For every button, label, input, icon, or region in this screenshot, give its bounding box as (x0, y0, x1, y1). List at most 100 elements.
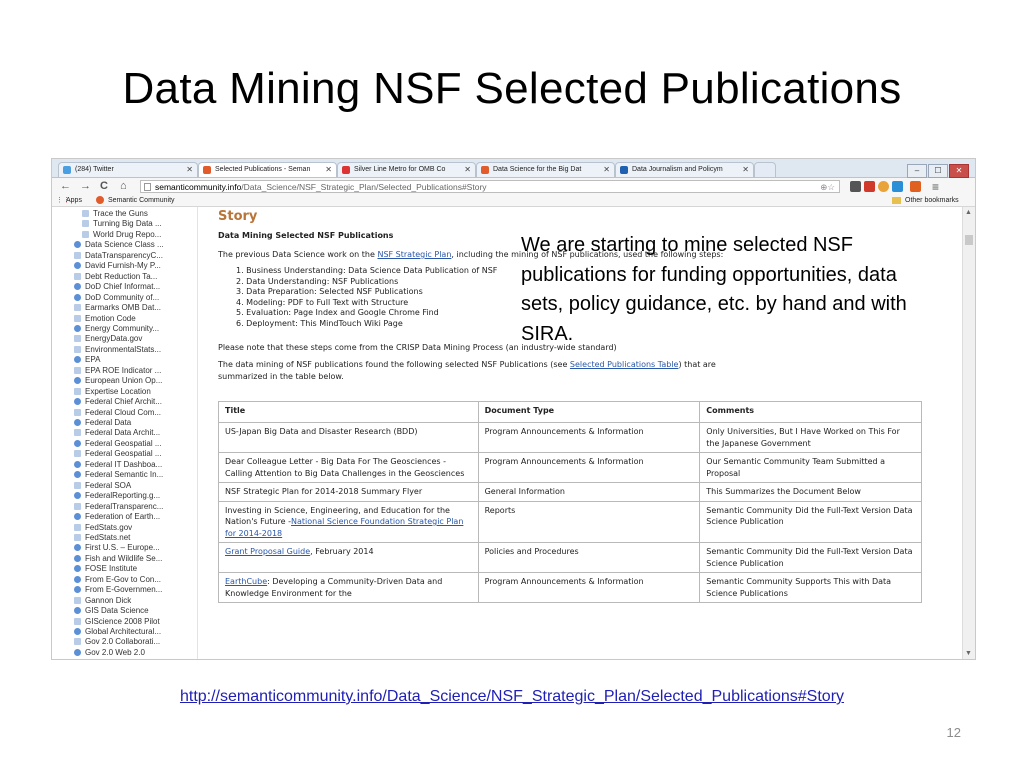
home-button[interactable]: ⌂ (120, 180, 127, 192)
tab-silver-line[interactable]: Silver Line Metro for OMB Co ✕ (337, 162, 476, 177)
close-tab-icon[interactable]: ✕ (464, 163, 471, 177)
publication-link[interactable]: EarthCube (225, 577, 267, 586)
expand-icon[interactable] (74, 283, 81, 291)
expand-icon[interactable] (74, 471, 81, 479)
sidebar-item[interactable]: Federal Geospatial ... (74, 449, 161, 459)
scroll-down-icon[interactable]: ▼ (965, 650, 972, 657)
close-tab-icon[interactable]: ✕ (186, 163, 193, 177)
sidebar-item[interactable]: Gov 2.0 Web 2.0 (74, 648, 145, 658)
expand-icon[interactable] (74, 398, 81, 406)
expand-icon[interactable] (74, 502, 81, 510)
expand-icon[interactable] (74, 492, 81, 500)
expand-icon[interactable] (74, 272, 81, 280)
expand-icon[interactable] (74, 617, 81, 625)
expand-icon[interactable] (74, 544, 81, 552)
sidebar-item[interactable]: EnergyData.gov (74, 334, 142, 344)
expand-icon[interactable] (74, 575, 81, 583)
sidebar-item[interactable]: DataTransparencyC... (74, 251, 163, 261)
expand-icon[interactable] (74, 596, 81, 604)
scroll-up-icon[interactable]: ▲ (965, 209, 972, 216)
sidebar-item[interactable]: Expertise Location (74, 387, 151, 397)
expand-icon[interactable] (74, 324, 81, 332)
page-icon[interactable] (82, 220, 89, 228)
sidebar-item[interactable]: EPA (74, 355, 100, 365)
forward-button[interactable]: → (80, 180, 91, 192)
sidebar-item[interactable]: FedStats.gov (74, 523, 132, 533)
expand-icon[interactable] (74, 439, 81, 447)
sidebar-item[interactable]: First U.S. – Europe... (74, 543, 160, 553)
extension-icon[interactable] (910, 181, 921, 192)
sidebar-item[interactable]: World Drug Repo... (82, 230, 161, 240)
page-icon[interactable] (82, 210, 89, 217)
extension-icon[interactable] (878, 181, 889, 192)
expand-icon[interactable] (74, 554, 81, 562)
sidebar-item[interactable]: Federal Data Archit... (74, 428, 160, 438)
expand-icon[interactable] (74, 565, 81, 573)
sidebar-item[interactable]: Federal SOA (74, 481, 131, 491)
expand-icon[interactable] (74, 345, 81, 353)
expand-icon[interactable] (74, 419, 81, 426)
close-tab-icon[interactable]: ✕ (742, 163, 749, 177)
expand-icon[interactable] (74, 335, 81, 343)
expand-icon[interactable] (74, 533, 81, 541)
extension-icon[interactable] (892, 181, 903, 192)
close-tab-icon[interactable]: ✕ (325, 163, 332, 177)
selected-publications-table-link[interactable]: Selected Publications Table (570, 360, 679, 369)
sidebar-item[interactable]: Federal Semantic In... (74, 470, 163, 480)
sidebar-item[interactable]: Federal Data (74, 418, 131, 428)
sidebar-item[interactable]: From E-Governmen... (74, 585, 162, 595)
sidebar-item[interactable]: DoD Chief Informat... (74, 282, 160, 292)
scroll-thumb[interactable] (965, 235, 973, 245)
tab-selected-publications[interactable]: Selected Publications - Seman ✕ (198, 162, 337, 177)
sidebar-item[interactable]: David Furnish-My P... (74, 261, 161, 271)
sidebar-item[interactable]: FOSE Institute (74, 564, 137, 574)
address-bar[interactable]: semanticommunity.info/Data_Science/NSF_S… (140, 180, 840, 193)
sidebar-item[interactable]: Federal IT Dashboa... (74, 460, 162, 470)
bookmark-semantic-community[interactable]: Semantic Community (108, 195, 175, 206)
bookmark-other[interactable]: Other bookmarks (905, 195, 959, 206)
close-window-button[interactable]: ✕ (949, 164, 969, 178)
expand-icon[interactable] (74, 607, 81, 615)
tab-twitter[interactable]: (284) Twitter ✕ (58, 162, 198, 177)
expand-icon[interactable] (74, 648, 81, 656)
expand-icon[interactable] (74, 513, 81, 521)
sidebar-item[interactable]: Earmarks OMB Dat... (74, 303, 161, 313)
sidebar-item[interactable]: Federal Cloud Com... (74, 408, 161, 418)
sidebar-item[interactable]: Emotion Code (74, 314, 136, 324)
back-button[interactable]: ← (60, 180, 71, 192)
expand-icon[interactable] (74, 366, 81, 374)
sidebar-item[interactable]: FederalTransparenc... (74, 502, 163, 512)
vertical-scrollbar[interactable]: ▲ ▼ (962, 207, 975, 659)
sidebar-item[interactable]: EPA ROE Indicator ... (74, 366, 161, 376)
expand-icon[interactable] (74, 356, 81, 364)
sidebar-item[interactable]: FederalReporting.g... (74, 491, 160, 501)
sidebar-item[interactable]: Energy Community... (74, 324, 159, 334)
sidebar-item[interactable]: Trace the Guns (82, 209, 148, 219)
sidebar-item[interactable]: GIScience 2008 Pilot (74, 617, 160, 627)
extension-icon[interactable] (850, 181, 861, 192)
expand-icon[interactable] (74, 628, 81, 635)
nsf-strategic-plan-link[interactable]: NSF Strategic Plan (377, 250, 451, 259)
expand-icon[interactable] (74, 429, 81, 437)
sidebar-item[interactable]: Data Science Class ... (74, 240, 164, 250)
sidebar-item[interactable]: Global Architectural... (74, 627, 161, 637)
new-tab-button[interactable] (754, 162, 776, 177)
maximize-button[interactable]: ☐ (928, 164, 948, 178)
expand-icon[interactable] (74, 460, 81, 468)
expand-icon[interactable] (74, 304, 81, 312)
sidebar-item[interactable]: Turning Big Data ... (82, 219, 162, 229)
expand-icon[interactable] (74, 638, 81, 646)
bookmark-apps[interactable]: Apps (66, 195, 82, 206)
sidebar-item[interactable]: Gannon Dick (74, 596, 131, 606)
sidebar-item[interactable]: From E-Gov to Con... (74, 575, 161, 585)
zoom-star-icons[interactable]: ⊕☆ (820, 181, 835, 194)
new-extension-icon[interactable] (864, 181, 875, 192)
expand-icon[interactable] (74, 251, 81, 259)
minimize-button[interactable]: – (907, 164, 927, 178)
sidebar-item[interactable]: EnvironmentalStats... (74, 345, 161, 355)
sidebar-item[interactable]: Debt Reduction Ta... (74, 272, 157, 282)
sidebar-item[interactable]: DoD Community of... (74, 293, 159, 303)
source-link[interactable]: http://semanticommunity.info/Data_Scienc… (0, 688, 1024, 706)
close-tab-icon[interactable]: ✕ (603, 163, 610, 177)
expand-icon[interactable] (74, 293, 81, 301)
